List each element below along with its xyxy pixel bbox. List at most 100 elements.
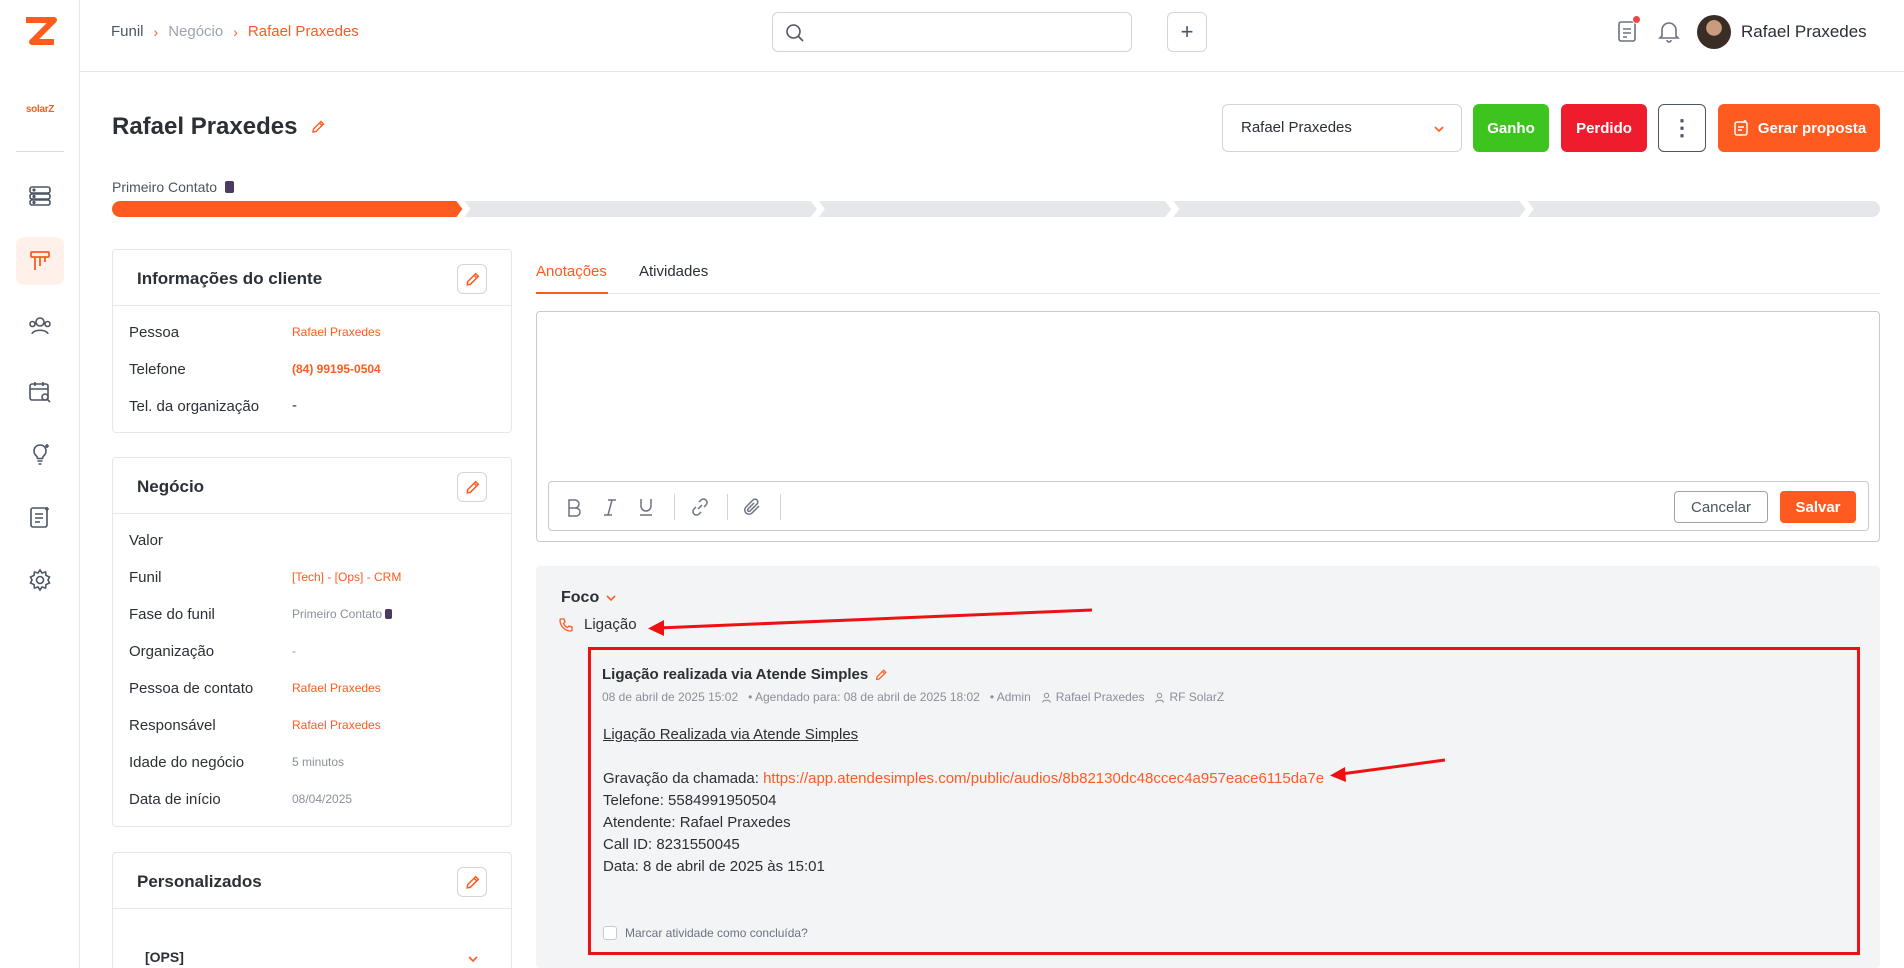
- phone-icon: [559, 617, 573, 632]
- mark-done-label: Marcar atividade como concluída?: [625, 926, 808, 940]
- pipeline-icon[interactable]: [16, 237, 64, 285]
- funnel-link[interactable]: [Tech] - [Ops] - CRM: [292, 570, 401, 584]
- more-options-button[interactable]: ⋮: [1658, 104, 1706, 152]
- recording-line: Gravação da chamada: https://app.atendes…: [603, 768, 1324, 790]
- row-label: Organização: [129, 643, 215, 660]
- pipeline-stage-3[interactable]: [818, 201, 1172, 217]
- owner-select[interactable]: Rafael Praxedes: [1222, 104, 1462, 152]
- client-row-phone: Telefone (84) 99195-0504: [129, 359, 495, 379]
- add-button[interactable]: +: [1167, 12, 1207, 52]
- lightbulb-icon[interactable]: [16, 430, 64, 478]
- pencil-icon[interactable]: [310, 119, 326, 135]
- pencil-icon[interactable]: [874, 668, 888, 682]
- toolbar-separator: [727, 494, 728, 520]
- deal-row-stage: Fase do funil Primeiro Contato: [129, 604, 495, 624]
- contact-link[interactable]: Rafael Praxedes: [292, 681, 381, 695]
- breadcrumb: Funil › Negócio › Rafael Praxedes: [111, 23, 359, 40]
- owner-select-value: Rafael Praxedes: [1241, 119, 1352, 136]
- underline-icon[interactable]: [635, 496, 657, 518]
- edit-deal-button[interactable]: [457, 472, 487, 502]
- avatar[interactable]: [1697, 15, 1731, 49]
- servers-icon[interactable]: [16, 172, 64, 220]
- pipeline-progress[interactable]: [112, 201, 1880, 217]
- won-button[interactable]: Ganho: [1473, 104, 1549, 152]
- pipeline-stage-4[interactable]: [1173, 201, 1526, 217]
- row-label: Idade do negócio: [129, 754, 245, 771]
- notes-editor[interactable]: Cancelar Salvar: [536, 311, 1880, 542]
- lost-button[interactable]: Perdido: [1561, 104, 1647, 152]
- client-phone-link[interactable]: (84) 99195-0504: [292, 362, 381, 376]
- focus-toggle[interactable]: Foco: [561, 589, 617, 607]
- bold-icon[interactable]: [563, 496, 585, 518]
- user-name[interactable]: Rafael Praxedes: [1741, 22, 1867, 42]
- edit-client-button[interactable]: [457, 264, 487, 294]
- chevron-down-icon[interactable]: [467, 953, 479, 965]
- pipeline-stage-1[interactable]: [112, 201, 463, 217]
- tab-anotacoes[interactable]: Anotações: [536, 263, 607, 280]
- activity-person-name[interactable]: Rafael Praxedes: [1056, 690, 1145, 704]
- recording-label: Gravação da chamada:: [603, 770, 764, 787]
- proposal-icon: [1734, 120, 1748, 136]
- app-logo[interactable]: [22, 12, 58, 52]
- activity-organization-name[interactable]: RF SolarZ: [1169, 690, 1224, 704]
- date-line: Data: 8 de abril de 2025 às 15:01: [603, 858, 825, 875]
- row-label: Telefone: [129, 361, 186, 378]
- phone-line: Telefone: 5584991950504: [603, 792, 777, 809]
- activity-creator: • Admin: [989, 690, 1031, 704]
- italic-icon[interactable]: [599, 496, 621, 518]
- cancel-button[interactable]: Cancelar: [1674, 491, 1768, 523]
- search-input[interactable]: [815, 21, 1115, 43]
- deal-row-owner: Responsável Rafael Praxedes: [129, 715, 495, 735]
- pipeline-stage-2[interactable]: [464, 201, 817, 217]
- recording-link[interactable]: https://app.atendesimples.com/public/aud…: [763, 770, 1324, 787]
- search-box[interactable]: [772, 12, 1132, 52]
- row-label: Funil: [129, 569, 162, 586]
- breadcrumb-negocio[interactable]: Negócio: [168, 23, 223, 40]
- activity-organization: RF SolarZ: [1154, 690, 1224, 704]
- row-value: Primeiro Contato: [292, 607, 393, 621]
- link-icon[interactable]: [689, 496, 711, 518]
- edit-custom-button[interactable]: [457, 867, 487, 897]
- deal-row-organization: Organização -: [129, 641, 495, 661]
- owner-link[interactable]: Rafael Praxedes: [292, 718, 381, 732]
- card-header: Negócio: [113, 458, 511, 514]
- agent-line: Atendente: Rafael Praxedes: [603, 814, 791, 831]
- row-value: -: [292, 397, 297, 414]
- calendar-search-icon[interactable]: [16, 368, 64, 416]
- card-title: Informações do cliente: [137, 269, 323, 288]
- checkbox[interactable]: [603, 926, 617, 940]
- activity-body: Ligação Realizada via Atende Simples Gra…: [603, 724, 1324, 878]
- deal-row-contact: Pessoa de contato Rafael Praxedes: [129, 678, 495, 698]
- activity-date: 08 de abril de 2025 15:02: [602, 690, 739, 704]
- row-label: Pessoa: [129, 324, 180, 341]
- activity-meta: 08 de abril de 2025 15:02 • Agendado par…: [602, 690, 1224, 704]
- custom-fields-card: Personalizados [OPS]: [112, 852, 512, 968]
- pipeline-stage-5[interactable]: [1527, 201, 1880, 217]
- client-person-link[interactable]: Rafael Praxedes: [292, 325, 381, 339]
- generate-proposal-label: Gerar proposta: [1757, 119, 1867, 137]
- card-header: Personalizados: [113, 853, 511, 909]
- row-label: Tel. da organização: [129, 398, 260, 415]
- callid-line: Call ID: 8231550045: [603, 836, 740, 853]
- notes-icon[interactable]: [16, 493, 64, 541]
- custom-section-ops[interactable]: [OPS]: [145, 949, 184, 965]
- toolbar-separator: [780, 494, 781, 520]
- save-button[interactable]: Salvar: [1780, 491, 1856, 523]
- card-title: Personalizados: [137, 872, 262, 891]
- bell-icon[interactable]: [1656, 18, 1682, 44]
- sidebar-divider: [16, 151, 64, 152]
- pencil-icon: [465, 875, 479, 889]
- mark-done-checkbox[interactable]: Marcar atividade como concluída?: [603, 926, 808, 940]
- page-title: Rafael Praxedes: [112, 113, 298, 140]
- toolbar-separator: [674, 494, 675, 520]
- client-row-person: Pessoa Rafael Praxedes: [129, 322, 495, 342]
- activity-scheduled: • Agendado para: 08 de abril de 2025 18:…: [748, 690, 980, 704]
- user-icon: [1041, 692, 1051, 703]
- breadcrumb-funil[interactable]: Funil: [111, 23, 144, 40]
- pencil-icon: [465, 272, 479, 286]
- users-icon[interactable]: [16, 302, 64, 350]
- generate-proposal-button[interactable]: Gerar proposta: [1718, 104, 1880, 152]
- gear-icon[interactable]: [16, 556, 64, 604]
- tab-atividades[interactable]: Atividades: [639, 263, 708, 280]
- paperclip-icon[interactable]: [742, 496, 764, 518]
